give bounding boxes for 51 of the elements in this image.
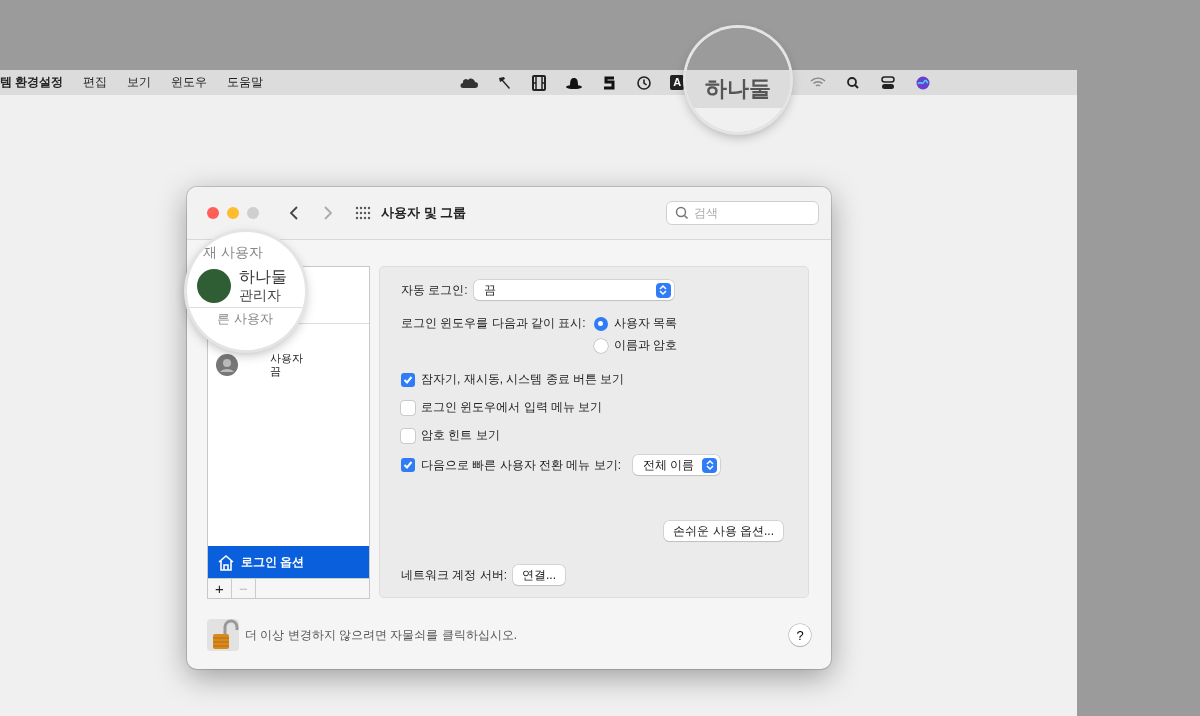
search-icon: [675, 206, 689, 220]
field-label: 네트워크 계정 서버:: [401, 566, 507, 584]
menu-item[interactable]: 템 환경설정: [0, 74, 64, 91]
help-button[interactable]: ?: [789, 624, 811, 646]
user-avatar: [197, 268, 231, 303]
film-icon[interactable]: [530, 74, 549, 91]
checkbox-label[interactable]: 로그인 윈도우에서 입력 메뉴 보기: [421, 399, 603, 416]
house-icon: [217, 553, 235, 571]
close-button[interactable]: [207, 207, 219, 219]
menu-item[interactable]: 윈도우: [171, 74, 208, 91]
login-options-item[interactable]: 로그인 옵션: [208, 546, 369, 578]
input-source-icon[interactable]: A: [670, 75, 685, 90]
name-format-popup[interactable]: 전체 이름: [633, 455, 721, 475]
menu-item[interactable]: 도움말: [227, 74, 264, 91]
magnified-section-heading: 른 사용자: [216, 310, 274, 328]
field-label: 로그인 윈도우를 다음과 같이 표시:: [401, 315, 586, 332]
auto-login-popup[interactable]: 끔: [473, 280, 674, 300]
checkbox[interactable]: [401, 400, 415, 415]
menu-item[interactable]: 편집: [83, 74, 108, 91]
unlocked-padlock-icon[interactable]: [207, 619, 239, 651]
user-avatar-icon: [216, 354, 238, 376]
checkbox[interactable]: [401, 428, 415, 443]
field-label: 자동 로그인:: [401, 281, 468, 299]
stepper-icon: [655, 282, 671, 298]
checkbox-label[interactable]: 잠자기, 재시동, 시스템 종료 버튼 보기: [421, 371, 625, 388]
magnified-user-name: 하나둘: [239, 267, 287, 286]
menu-item[interactable]: 보기: [127, 74, 152, 91]
toggles-icon[interactable]: [879, 74, 898, 91]
stepper-icon: [702, 457, 718, 473]
grid-icon[interactable]: [355, 206, 373, 220]
back-icon[interactable]: [289, 205, 299, 221]
checkbox-label[interactable]: 암호 힌트 보기: [421, 427, 500, 444]
magnified-user-role: 관리자: [239, 285, 282, 304]
magnified-menu-text: 하나둘: [705, 75, 771, 103]
checkbox[interactable]: [401, 372, 415, 387]
radio-button[interactable]: [593, 316, 608, 331]
join-button[interactable]: 연결...: [513, 565, 566, 585]
window-title: 사용자 및 그룹: [381, 204, 467, 222]
checkbox[interactable]: [401, 458, 415, 472]
radio-label[interactable]: 이름과 암호: [613, 337, 677, 354]
clock-icon[interactable]: [635, 74, 654, 91]
accessibility-options-button[interactable]: 손쉬운 사용 옵션...: [664, 521, 783, 541]
user-name[interactable]: 사용자: [270, 352, 303, 365]
radio-button[interactable]: [593, 338, 608, 353]
magnified-section-heading: 재 사용자: [202, 243, 264, 262]
forward-icon[interactable]: [323, 205, 333, 221]
checkbox-label[interactable]: 다음으로 빠른 사용자 전환 메뉴 보기:: [421, 456, 621, 474]
add-button[interactable]: +: [208, 579, 232, 598]
status-message: 더 이상 변경하지 않으려면 자물쇠를 클릭하십시오.: [245, 626, 517, 644]
user-status: 끔: [270, 365, 282, 378]
radio-label[interactable]: 사용자 목록: [613, 315, 677, 332]
